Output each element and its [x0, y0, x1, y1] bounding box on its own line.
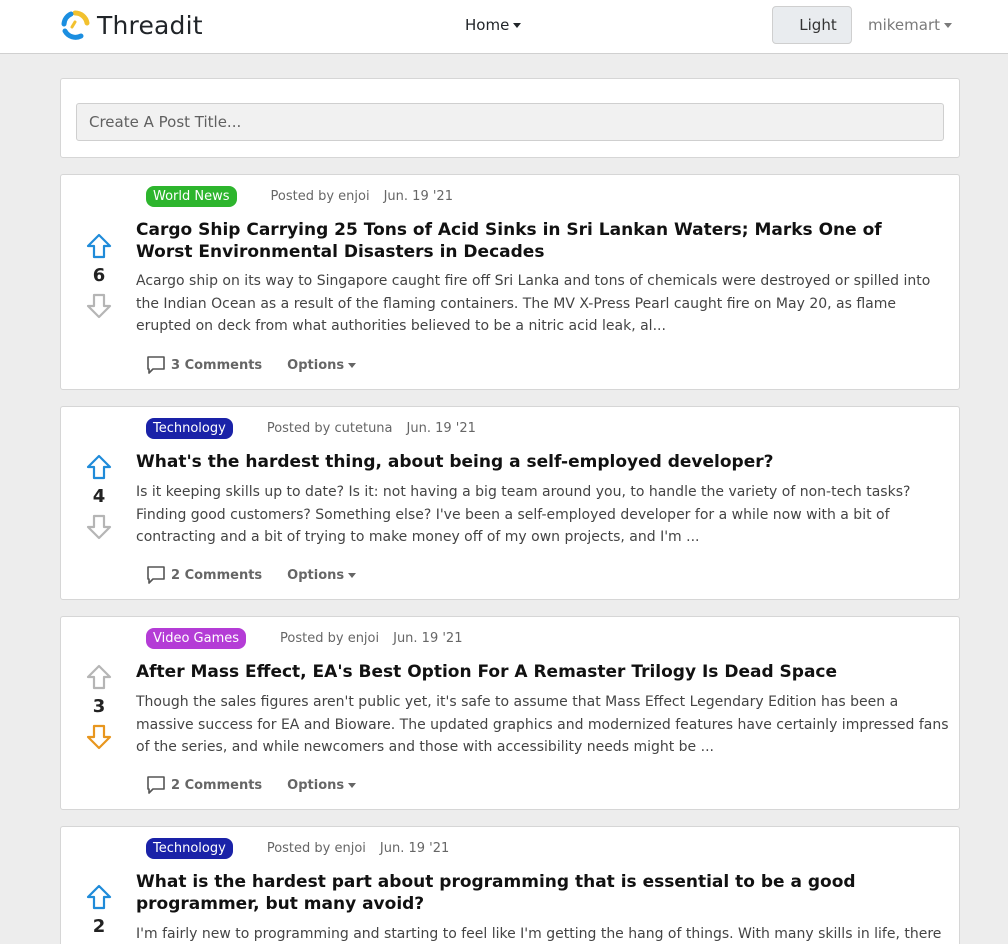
brand-name: Threadit — [97, 10, 203, 40]
post-meta: Technology Posted by cutetuna Jun. 19 '21 — [146, 418, 476, 439]
post-excerpt: Is it keeping skills up to date? Is it: … — [136, 484, 911, 545]
upvote-arrow-icon[interactable] — [86, 664, 112, 690]
post-score: 4 — [92, 486, 106, 507]
post-footer: 2 Comments Options — [146, 775, 357, 795]
downvote-arrow-icon[interactable] — [86, 724, 112, 750]
post-title[interactable]: After Mass Effect, EA's Best Option For … — [136, 661, 936, 683]
posted-by: Posted by enjoi — [270, 189, 370, 204]
post-excerpt: I'm fairly new to programming and starti… — [136, 926, 942, 942]
post-card[interactable]: 4 Technology Posted by cutetuna Jun. 19 '21… — [60, 406, 960, 600]
downvote-arrow-icon[interactable] — [86, 293, 112, 319]
posted-by: Posted by enjoi — [280, 631, 380, 646]
options-label: Options — [287, 357, 345, 373]
post-excerpt: Acargo ship on its way to Singapore caug… — [136, 273, 931, 334]
chevron-down-icon — [348, 572, 357, 578]
comment-icon — [147, 566, 165, 584]
comment-icon — [147, 356, 165, 374]
category-badge[interactable]: Video Games — [146, 628, 247, 649]
comments-link[interactable]: 3 Comments — [171, 358, 262, 373]
post-meta: World News Posted by enjoi Jun. 19 '21 — [146, 186, 453, 207]
category-badge[interactable]: Technology — [146, 418, 233, 439]
post-score: 3 — [92, 696, 106, 717]
post-card[interactable]: 6 World News Posted by enjoi Jun. 19 '21 Car… — [60, 174, 960, 390]
post-card[interactable]: 2 Technology Posted by enjoi Jun. 19 '21 Wha… — [60, 826, 960, 944]
post-meta: Technology Posted by enjoi Jun. 19 '21 — [146, 838, 449, 859]
options-dropdown[interactable]: Options — [287, 357, 357, 373]
home-dropdown[interactable]: Home — [465, 16, 522, 34]
options-label: Options — [287, 777, 345, 793]
upvote-arrow-icon[interactable] — [86, 454, 112, 480]
post-score: 2 — [92, 916, 106, 937]
options-dropdown[interactable]: Options — [287, 567, 357, 583]
threadit-logo-icon — [61, 10, 90, 40]
post-footer: 2 Comments Options — [146, 565, 357, 585]
options-dropdown[interactable]: Options — [287, 777, 357, 793]
chevron-down-icon — [348, 362, 357, 368]
posted-by: Posted by cutetuna — [266, 421, 393, 436]
options-label: Options — [287, 567, 345, 583]
post-date: Jun. 19 '21 — [379, 841, 450, 856]
post-score: 6 — [92, 265, 106, 286]
chevron-down-icon — [944, 23, 953, 28]
post-date: Jun. 19 '21 — [393, 631, 463, 646]
post-meta: Video Games Posted by enjoi Jun. 19 '21 — [146, 628, 462, 649]
user-menu-dropdown[interactable]: mikemart — [868, 16, 953, 34]
post-title[interactable]: Cargo Ship Carrying 25 Tons of Acid Sink… — [136, 219, 936, 263]
create-post-title-input[interactable] — [76, 103, 944, 141]
comment-icon — [147, 776, 165, 794]
post-footer: 3 Comments Options — [146, 355, 357, 375]
top-navbar: Threadit Home Light mikemart — [0, 0, 1008, 54]
post-date: Jun. 19 '21 — [383, 189, 453, 204]
comments-link[interactable]: 2 Comments — [171, 778, 262, 793]
downvote-arrow-icon[interactable] — [86, 514, 112, 540]
brand[interactable]: Threadit — [59, 9, 203, 41]
vote-column: 4 — [86, 454, 112, 540]
category-badge[interactable]: World News — [146, 186, 237, 207]
vote-column: 6 — [86, 233, 112, 319]
comments-link[interactable]: 2 Comments — [171, 568, 262, 583]
vote-column: 3 — [86, 664, 112, 750]
post-title[interactable]: What's the hardest thing, about being a … — [136, 451, 936, 473]
upvote-arrow-icon[interactable] — [86, 884, 112, 910]
username: mikemart — [868, 16, 941, 34]
vote-column: 2 — [86, 884, 112, 944]
posted-by: Posted by enjoi — [266, 841, 366, 856]
theme-toggle-button[interactable]: Light — [772, 6, 852, 44]
chevron-down-icon — [513, 23, 522, 28]
post-card[interactable]: 3 Video Games Posted by enjoi Jun. 19 '21 Af… — [60, 616, 960, 810]
post-date: Jun. 19 '21 — [406, 421, 476, 436]
post-excerpt: Though the sales figures aren't public y… — [136, 694, 949, 755]
upvote-arrow-icon[interactable] — [86, 233, 112, 259]
chevron-down-icon — [348, 782, 357, 788]
create-post-card — [60, 78, 960, 158]
category-badge[interactable]: Technology — [146, 838, 233, 859]
home-label: Home — [465, 16, 510, 34]
post-title[interactable]: What is the hardest part about programmi… — [136, 871, 936, 915]
